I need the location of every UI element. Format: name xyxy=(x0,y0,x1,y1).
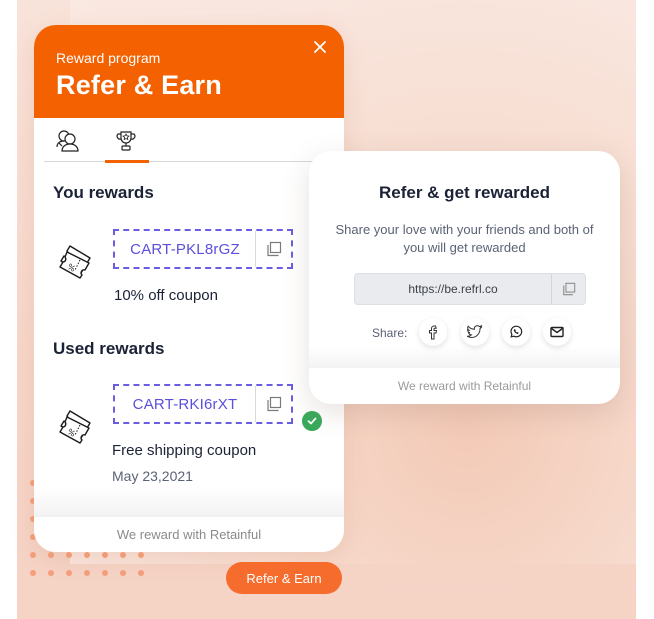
referral-link-box: https://be.refrl.co xyxy=(354,273,586,305)
tab-rewards[interactable] xyxy=(105,126,149,163)
coupon-code[interactable]: CART-PKL8rGZ xyxy=(115,231,255,267)
close-button[interactable] xyxy=(312,39,328,55)
scroll-fade xyxy=(34,487,344,517)
share-facebook-button[interactable] xyxy=(419,318,447,346)
close-icon xyxy=(314,41,326,53)
refer-card-title: Refer & get rewarded xyxy=(379,183,550,202)
users-icon xyxy=(56,130,79,152)
widget-footer: We reward with Retainful xyxy=(34,517,344,552)
mail-icon xyxy=(550,326,564,338)
decorative-dot xyxy=(48,570,54,576)
decorative-dot xyxy=(30,552,36,558)
check-icon xyxy=(307,417,317,425)
widget-tabs xyxy=(44,118,316,163)
refer-earn-launcher-button[interactable]: Refer & Earn xyxy=(226,562,342,594)
decorative-dot xyxy=(120,552,126,558)
refer-earn-widget: Reward program Refer & Earn You rewards … xyxy=(34,25,344,552)
decorative-dot xyxy=(30,570,36,576)
used-rewards-title: Used rewards xyxy=(53,339,165,358)
trophy-icon xyxy=(116,131,136,151)
referral-link[interactable]: https://be.refrl.co xyxy=(355,274,551,304)
decorative-dot xyxy=(84,570,90,576)
copy-icon xyxy=(266,396,281,412)
decorative-dot xyxy=(48,552,54,558)
widget-subtitle: Reward program xyxy=(56,50,161,66)
coupon-icon: % xyxy=(59,245,91,279)
refer-card: Refer & get rewarded Share your love wit… xyxy=(309,151,620,404)
coupon-icon: % xyxy=(59,410,91,444)
share-label: Share: xyxy=(372,326,408,340)
coupon-date: May 23,2021 xyxy=(112,468,193,484)
coupon-code-box: CART-RKI6rXT xyxy=(113,384,293,424)
copy-code-button[interactable] xyxy=(255,386,291,422)
twitter-icon xyxy=(467,325,483,339)
share-email-button[interactable] xyxy=(543,318,571,346)
copy-code-button[interactable] xyxy=(255,231,291,267)
widget-header: Reward program Refer & Earn xyxy=(34,25,344,118)
decorative-dot xyxy=(66,552,72,558)
used-status-badge xyxy=(302,411,322,431)
decorative-dot xyxy=(120,570,126,576)
decorative-dot xyxy=(102,552,108,558)
facebook-icon xyxy=(429,325,438,340)
widget-title: Refer & Earn xyxy=(56,70,222,100)
whatsapp-icon xyxy=(510,325,523,338)
your-rewards-title: You rewards xyxy=(53,183,154,202)
decorative-dot xyxy=(138,552,144,558)
decorative-dot xyxy=(102,570,108,576)
refer-card-footer: We reward with Retainful xyxy=(397,379,532,393)
refer-card-description: Share your love with your friends and bo… xyxy=(335,222,594,255)
decorative-dot xyxy=(138,570,144,576)
coupon-label: 10% off coupon xyxy=(114,287,218,304)
copy-link-button[interactable] xyxy=(551,274,585,304)
share-twitter-button[interactable] xyxy=(461,318,489,346)
scroll-fade xyxy=(309,346,620,368)
copy-icon xyxy=(266,241,281,257)
coupon-code[interactable]: CART-RKI6rXT xyxy=(115,386,255,422)
copy-icon xyxy=(562,282,575,296)
decorative-dot xyxy=(66,570,72,576)
tab-referrals[interactable] xyxy=(48,126,88,156)
coupon-label: Free shipping coupon xyxy=(112,442,257,459)
share-whatsapp-button[interactable] xyxy=(502,318,530,346)
coupon-code-box: CART-PKL8rGZ xyxy=(113,229,293,269)
decorative-dot xyxy=(84,552,90,558)
